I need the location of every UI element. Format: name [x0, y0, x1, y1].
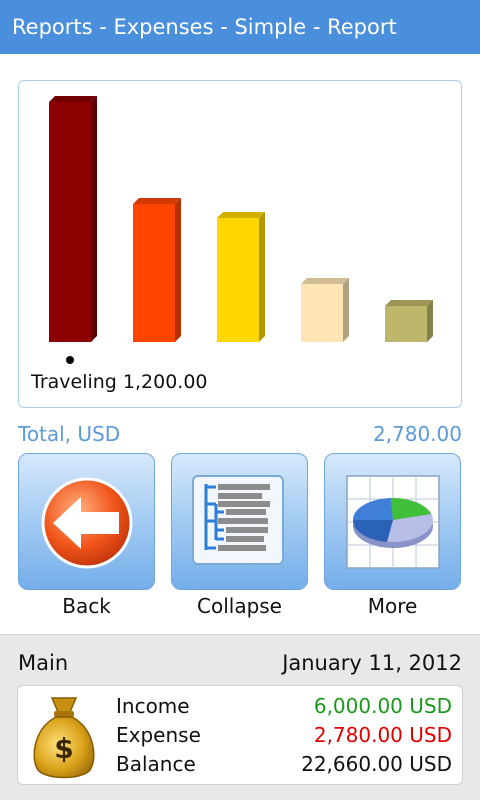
collapse-button[interactable]	[171, 453, 308, 590]
income-label: Income	[116, 694, 190, 718]
money-bag-icon: $	[33, 697, 95, 779]
back-button-label: Back	[62, 594, 111, 618]
expense-chart[interactable]: Traveling 1,200.00	[18, 80, 462, 408]
tree-list-icon	[192, 475, 284, 565]
back-button[interactable]	[18, 453, 155, 590]
bar-chart-canvas[interactable]	[19, 81, 463, 367]
balance-value: 22,660.00 USD	[301, 752, 452, 776]
more-button-label: More	[367, 594, 418, 618]
expense-value: 2,780.00 USD	[313, 723, 452, 747]
chart-bar-1[interactable]	[49, 96, 97, 342]
svg-text:$: $	[54, 732, 73, 765]
page-title: Reports - Expenses - Simple - Report	[12, 15, 397, 39]
income-value: 6,000.00 USD	[313, 694, 452, 718]
more-button[interactable]	[324, 453, 461, 590]
chart-bar-2[interactable]	[133, 198, 181, 342]
total-row: Total, USD 2,780.00	[18, 422, 462, 450]
collapse-button-label: Collapse	[197, 594, 282, 618]
income-row: Income 6,000.00 USD	[116, 694, 452, 722]
account-name: Main	[18, 651, 69, 675]
account-summary-panel: Main January 11, 2012 $ Income 6,000.00 …	[0, 634, 480, 800]
report-date: January 11, 2012	[282, 651, 462, 675]
chart-bar-4[interactable]	[301, 278, 349, 342]
pie-chart-icon	[346, 475, 440, 569]
balance-label: Balance	[116, 752, 196, 776]
summary-card[interactable]: $ Income 6,000.00 USD Expense 2,780.00 U…	[17, 685, 463, 785]
chart-bar-3[interactable]	[217, 212, 265, 342]
chart-bar-5[interactable]	[385, 300, 433, 342]
back-arrow-icon	[41, 477, 133, 569]
balance-row: Balance 22,660.00 USD	[116, 752, 452, 780]
selected-bar-caption: Traveling 1,200.00	[31, 371, 208, 393]
expense-label: Expense	[116, 723, 201, 747]
app-title-bar: Reports - Expenses - Simple - Report	[0, 0, 480, 54]
expense-row: Expense 2,780.00 USD	[116, 723, 452, 751]
total-label: Total, USD	[18, 422, 121, 446]
selected-bar-marker	[66, 356, 74, 364]
total-value: 2,780.00	[372, 422, 462, 446]
